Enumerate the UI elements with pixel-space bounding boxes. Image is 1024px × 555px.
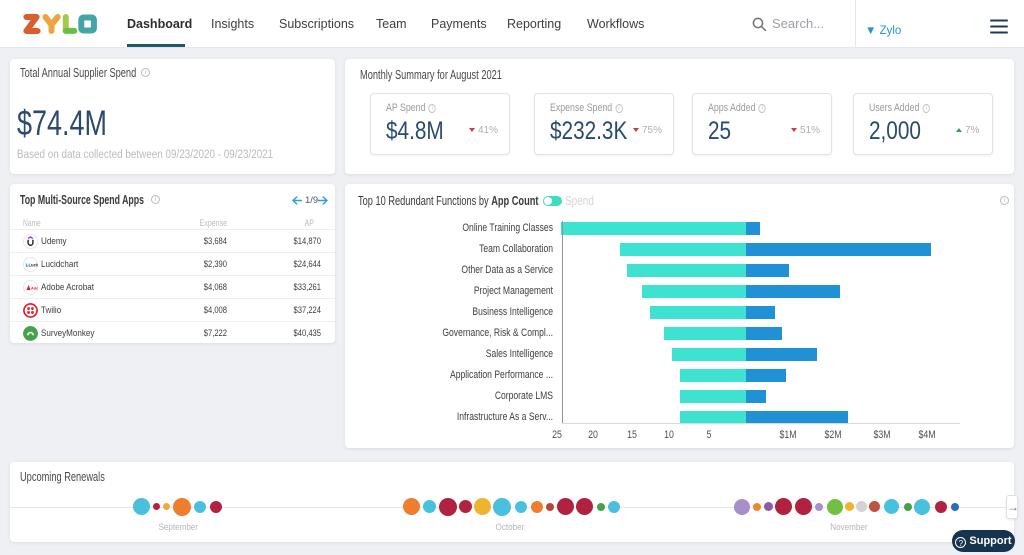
svg-text:Lucid: Lucid <box>28 263 38 268</box>
svg-text:Adobe: Adobe <box>31 285 38 290</box>
